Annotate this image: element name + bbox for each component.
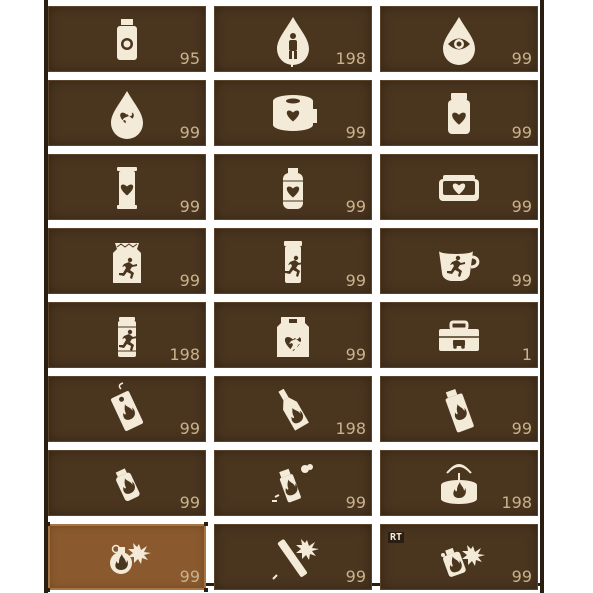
gas-can-blast-icon (441, 545, 485, 577)
item-count: 198 (335, 419, 366, 438)
item-count: 99 (179, 197, 200, 216)
fire-bottle-icon (278, 388, 309, 431)
drink-can-runner-icon (118, 317, 137, 357)
inventory-slot[interactable]: RT 99 (380, 524, 538, 590)
fire-tag-icon (110, 382, 144, 431)
inventory-slot[interactable]: 99 (380, 228, 538, 294)
item-count: 99 (511, 123, 532, 142)
food-bag-heart-runner-icon (277, 317, 309, 357)
item-count: 95 (179, 49, 200, 68)
inventory-slot[interactable]: 99 (48, 154, 206, 220)
item-count: 99 (345, 345, 366, 364)
item-count: 99 (511, 49, 532, 68)
inventory-slot[interactable]: 99 (214, 524, 372, 590)
inventory-slot[interactable]: 198 (48, 302, 206, 368)
bandage-roll-icon (273, 95, 317, 131)
inventory-slot[interactable]: 99 (214, 450, 372, 516)
medicine-bottle-icon (117, 19, 137, 60)
item-count: 1 (521, 345, 532, 364)
inventory-slot[interactable]: 99 (48, 450, 206, 516)
item-count: 99 (511, 419, 532, 438)
item-count: 99 (511, 197, 532, 216)
canister-runner-icon (284, 241, 303, 283)
pill-jar-heart-icon (448, 93, 470, 134)
item-count: 99 (345, 493, 366, 512)
item-count: 99 (345, 271, 366, 290)
selection-corner (46, 588, 50, 592)
item-count: 198 (501, 493, 532, 512)
fire-spray-burst-icon (272, 464, 313, 503)
rt-button-hint-badge: RT (388, 532, 405, 543)
inventory-slot[interactable]: 95 (48, 6, 206, 72)
inventory-slot[interactable]: 99 (380, 80, 538, 146)
inventory-slot[interactable]: 99 (380, 6, 538, 72)
fire-cake-alarm-icon (441, 464, 477, 504)
inventory-slot[interactable]: 99 (380, 376, 538, 442)
item-count: 198 (169, 345, 200, 364)
coffee-cup-runner-icon (439, 248, 480, 281)
bottle-heart-icon (283, 168, 303, 209)
item-count: 99 (511, 567, 532, 586)
grenade-blast-icon (110, 543, 151, 574)
toolbox-vehicle-icon (439, 320, 479, 351)
food-bag-runner-icon (113, 243, 141, 283)
inventory-slot[interactable]: 99 (48, 228, 206, 294)
fire-spray-icon (445, 388, 474, 433)
fire-canister-icon (115, 468, 140, 501)
selection-corner (204, 522, 208, 526)
item-count: 99 (345, 197, 366, 216)
inventory-slot[interactable]: 99 (380, 154, 538, 220)
inventory-slot[interactable]: 99 (48, 80, 206, 146)
item-count: 99 (179, 123, 200, 142)
inventory-slot[interactable]: 99 (46, 522, 208, 592)
selection-corner (204, 588, 208, 592)
item-count: 99 (345, 567, 366, 586)
inventory-slot[interactable]: 198 (214, 376, 372, 442)
inventory-grid: 95 198 99 99 99 99 99 99 99 99 99 99 198 99 1 99 198 99 99… (46, 6, 538, 592)
blood-drop-eye-icon (443, 17, 475, 65)
blood-drop-heart-icon (111, 91, 143, 139)
inventory-slot[interactable]: 198 (214, 6, 372, 72)
canister-heart-icon (117, 167, 137, 209)
item-count: 198 (335, 49, 366, 68)
dynamite-stick-blast-icon (272, 539, 319, 580)
inventory-slot[interactable]: 99 (214, 80, 372, 146)
item-count: 99 (179, 419, 200, 438)
inventory-slot[interactable]: 99 (48, 376, 206, 442)
inventory-slot[interactable]: 99 (214, 228, 372, 294)
item-count: 99 (179, 271, 200, 290)
item-count: 99 (179, 493, 200, 512)
item-count: 99 (179, 567, 200, 586)
item-count: 99 (511, 271, 532, 290)
inventory-slot[interactable]: 198 (380, 450, 538, 516)
medkit-heart-icon (439, 175, 479, 201)
inventory-slot[interactable]: 1 (380, 302, 538, 368)
inventory-slot[interactable]: 99 (214, 154, 372, 220)
item-count: 99 (345, 123, 366, 142)
blood-drop-person-icon (277, 17, 309, 67)
inventory-slot[interactable]: 99 (214, 302, 372, 368)
panel-frame-right (540, 0, 544, 593)
selection-corner (46, 522, 50, 526)
